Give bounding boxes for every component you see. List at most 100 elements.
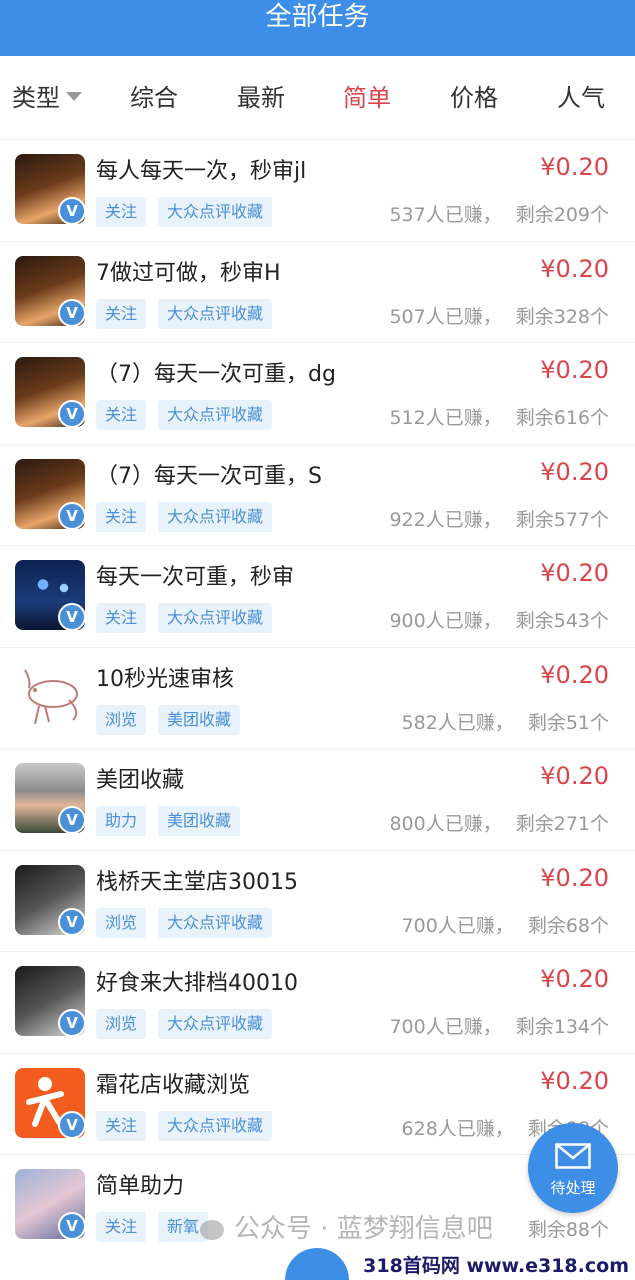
task-title: 栈桥天主堂店30015 (96, 869, 298, 895)
verified-badge-icon: V (58, 806, 86, 834)
task-price: ¥0.20 (540, 660, 609, 689)
filter-tab-popularity[interactable]: 人气 (557, 82, 605, 114)
task-stats: 900人已赚， 剩余543个 (389, 606, 609, 633)
task-tags: 浏览 美团收藏 (96, 704, 252, 735)
earned-count: 700人已赚， (401, 914, 514, 937)
task-title: 7做过可做，秒审H (96, 260, 281, 286)
task-list-page: 全部任务 类型 综合 最新 简单 价格 人气 V 每人每天一次，秒审jl ¥0.20… (0, 0, 635, 1280)
site-watermark: 318首码网 www.e318.com (363, 1255, 629, 1277)
task-tag: 关注 (96, 298, 147, 329)
task-stats: 剩余88个 (514, 1215, 609, 1242)
task-tag: 大众点评收藏 (158, 400, 273, 430)
task-tag: 大众点评收藏 (158, 603, 273, 633)
task-tag: 浏览 (96, 704, 147, 735)
filter-tab-newest[interactable]: 最新 (237, 82, 285, 114)
task-stats: 507人已赚， 剩余328个 (389, 302, 609, 329)
task-tag: 浏览 (96, 1009, 147, 1039)
header-bar: 全部任务 (0, 0, 635, 56)
verified-badge-icon: V (58, 603, 86, 631)
task-row[interactable]: V （7）每天一次可重，dg ¥0.20 关注 大众点评收藏 512人已赚， 剩余616个 (0, 343, 635, 445)
watermark-text: 公众号 · 蓝梦翔信息吧 (234, 1214, 493, 1244)
remaining-count: 剩余543个 (515, 610, 609, 632)
task-tag: 助力 (96, 806, 147, 836)
task-title: 10秒光速审核 (96, 666, 234, 692)
task-price: ¥0.20 (540, 965, 609, 993)
remaining-count: 剩余51个 (527, 711, 609, 734)
task-tag: 关注 (96, 1110, 147, 1141)
task-title: 霜花店收藏浏览 (96, 1072, 251, 1098)
task-row[interactable]: V （7）每天一次可重，S ¥0.20 关注 大众点评收藏 922人已赚， 剩余577个 (0, 444, 635, 546)
task-thumbnail (15, 661, 85, 732)
task-tag: 关注 (96, 501, 147, 532)
task-price: ¥0.20 (540, 356, 609, 384)
remaining-count: 剩余271个 (515, 813, 609, 835)
pending-label: 待处理 (550, 1179, 596, 1197)
task-price: ¥0.20 (540, 559, 609, 587)
task-price: ¥0.20 (540, 153, 609, 181)
task-price: ¥0.20 (540, 457, 609, 486)
task-tag: 关注 (96, 400, 147, 430)
remaining-count: 剩余616个 (515, 407, 609, 429)
task-title: （7）每天一次可重，S (96, 463, 322, 489)
task-row[interactable]: 10秒光速审核 ¥0.20 浏览 美团收藏 582人已赚， 剩余51个 (0, 647, 635, 749)
task-tags: 关注 大众点评收藏 (96, 603, 284, 633)
task-tags: 关注 大众点评收藏 (96, 298, 284, 329)
task-stats: 700人已赚， 剩余134个 (389, 1012, 609, 1039)
task-row[interactable]: V 7做过可做，秒审H ¥0.20 关注 大众点评收藏 507人已赚， 剩余328个 (0, 241, 635, 343)
task-price: ¥0.20 (540, 863, 609, 892)
watermark: 公众号 · 蓝梦翔信息吧 (200, 1208, 493, 1245)
task-price: ¥0.20 (540, 762, 609, 790)
remaining-count: 剩余577个 (515, 508, 609, 531)
task-title: 好食来大排档40010 (96, 971, 298, 996)
page-title: 全部任务 (265, 2, 370, 32)
task-tag: 大众点评收藏 (158, 1009, 273, 1039)
verified-badge-icon: V (58, 1110, 86, 1139)
task-stats: 582人已赚， 剩余51个 (402, 708, 609, 735)
earned-count: 512人已赚， (389, 407, 502, 429)
task-price: ¥0.20 (540, 254, 609, 283)
verified-badge-icon: V (58, 907, 86, 936)
task-row[interactable]: V 好食来大排档40010 ¥0.20 浏览 大众点评收藏 700人已赚， 剩余134个 (0, 952, 635, 1054)
filter-tab-price[interactable]: 价格 (450, 82, 498, 114)
remaining-count: 剩余328个 (515, 305, 609, 328)
earned-count: 628人已赚， (401, 1117, 514, 1140)
task-tags: 浏览 大众点评收藏 (96, 1009, 284, 1039)
earned-count: 582人已赚， (401, 711, 514, 734)
task-stats: 537人已赚， 剩余209个 (389, 200, 609, 227)
task-tags: 助力 美团收藏 (96, 806, 252, 836)
pending-fab-button[interactable]: 待处理 (528, 1123, 618, 1213)
verified-badge-icon: V (58, 1212, 86, 1240)
earned-count: 700人已赚， (389, 1016, 502, 1038)
task-row[interactable]: V 每人每天一次，秒审jl ¥0.20 关注 大众点评收藏 537人已赚， 剩余209个 (0, 140, 635, 242)
task-row[interactable]: V 每天一次可重，秒审 ¥0.20 关注 大众点评收藏 900人已赚， 剩余543个 (0, 546, 635, 648)
task-tag: 大众点评收藏 (158, 907, 273, 938)
task-tags: 关注 大众点评收藏 (96, 400, 284, 430)
task-stats: 512人已赚， 剩余616个 (389, 403, 609, 430)
task-title: 每天一次可重，秒审 (96, 565, 295, 590)
verified-badge-icon: V (58, 197, 86, 225)
task-tag: 美团收藏 (158, 704, 241, 735)
earned-count: 507人已赚， (389, 305, 502, 328)
task-title: 每人每天一次，秒审jl (96, 159, 307, 184)
filter-type-label: 类型 (12, 84, 60, 112)
verified-badge-icon: V (58, 298, 86, 327)
task-row[interactable]: V 美团收藏 ¥0.20 助力 美团收藏 800人已赚， 剩余271个 (0, 749, 635, 851)
caret-down-icon (66, 91, 82, 101)
task-tag: 大众点评收藏 (158, 501, 273, 532)
task-tag: 关注 (96, 197, 147, 227)
task-tags: 浏览 大众点评收藏 (96, 907, 284, 938)
earned-count: 922人已赚， (389, 508, 502, 531)
task-title: 简单助力 (96, 1174, 185, 1199)
filter-type-dropdown[interactable]: 类型 (12, 82, 82, 114)
filter-tab-simple[interactable]: 简单 (343, 82, 391, 114)
task-row[interactable]: V 栈桥天主堂店30015 ¥0.20 浏览 大众点评收藏 700人已赚， 剩余68个 (0, 850, 635, 952)
task-title: （7）每天一次可重，dg (96, 362, 336, 387)
task-tag: 大众点评收藏 (158, 197, 273, 227)
task-tag: 大众点评收藏 (158, 298, 273, 329)
task-tag: 关注 (96, 603, 147, 633)
task-tags: 关注 大众点评收藏 (96, 501, 284, 532)
verified-badge-icon: V (58, 1009, 86, 1037)
remaining-count: 剩余209个 (515, 204, 609, 226)
task-stats: 700人已赚， 剩余68个 (402, 911, 609, 938)
filter-tab-comprehensive[interactable]: 综合 (130, 82, 178, 114)
